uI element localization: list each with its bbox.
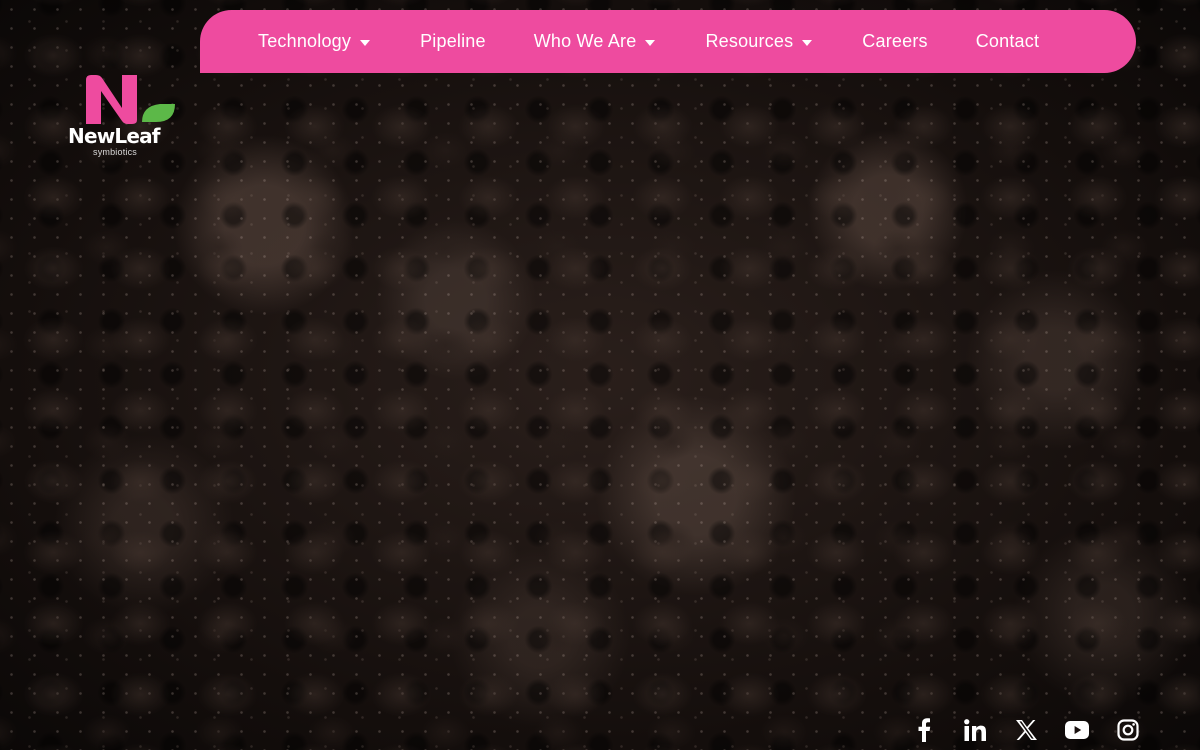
instagram-icon[interactable] [1116, 718, 1140, 742]
nav-item-label: Pipeline [420, 31, 486, 51]
newleaf-logo[interactable]: NewLeaf symbiotics [68, 74, 178, 164]
nav-item-careers[interactable]: Careers [862, 31, 927, 52]
chevron-down-icon [360, 39, 371, 46]
nav-item-pipeline[interactable]: Pipeline [420, 31, 486, 52]
nav-item-label: Technology [258, 31, 352, 51]
youtube-icon[interactable] [1065, 718, 1089, 742]
nav-item-label: Who We Are [533, 31, 637, 51]
social-links [912, 718, 1140, 742]
chevron-down-icon [802, 39, 813, 46]
logo-mark-icon [86, 75, 175, 124]
linkedin-icon[interactable] [963, 718, 987, 742]
nav-item-label: Careers [862, 31, 928, 51]
nav-item-resources[interactable]: Resources [705, 31, 813, 52]
nav-item-contact[interactable]: Contact [976, 31, 1039, 52]
hero-background [0, 0, 1200, 750]
chevron-down-icon [645, 39, 656, 46]
nav-item-label: Resources [705, 31, 794, 51]
logo-tagline: symbiotics [93, 147, 138, 157]
main-navigation: Technology Pipeline Who We Are Resources… [200, 10, 1136, 73]
facebook-icon[interactable] [912, 718, 936, 742]
x-icon[interactable] [1014, 718, 1038, 742]
nav-item-label: Contact [975, 31, 1040, 51]
nav-item-technology[interactable]: Technology [258, 31, 371, 52]
logo-wordmark: NewLeaf [68, 124, 160, 148]
nav-item-who-we-are[interactable]: Who We Are [534, 31, 656, 52]
